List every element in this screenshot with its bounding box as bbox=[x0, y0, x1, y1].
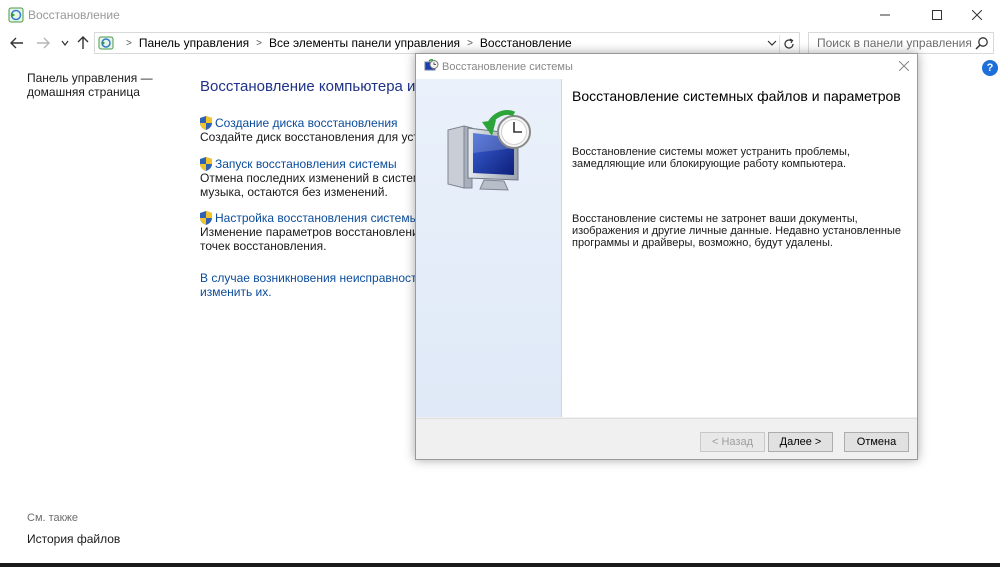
control-panel-home-link[interactable]: Панель управления — домашняя страница bbox=[27, 71, 177, 99]
dialog-paragraph-2: Восстановление системы не затронет ваши … bbox=[572, 213, 901, 249]
forward-button[interactable] bbox=[34, 34, 52, 52]
dialog-paragraph-1: Восстановление системы может устранить п… bbox=[572, 146, 850, 170]
configure-system-restore-desc-line2: точек восстановления. bbox=[200, 239, 327, 253]
back-button[interactable]: < Назад bbox=[700, 432, 765, 452]
breadcrumb: > Панель управления > Все элементы панел… bbox=[126, 36, 572, 50]
breadcrumb-all-items[interactable]: Все элементы панели управления bbox=[269, 36, 460, 50]
help-icon[interactable]: ? bbox=[982, 60, 998, 76]
explorer-window: Восстановление > Панель управления > Все… bbox=[0, 0, 1000, 567]
address-dropdown-button[interactable] bbox=[767, 37, 777, 51]
dialog-close-button[interactable] bbox=[896, 58, 912, 74]
window-title: Восстановление bbox=[28, 8, 120, 22]
address-bar[interactable]: > Панель управления > Все элементы панел… bbox=[94, 32, 800, 54]
shield-icon bbox=[200, 116, 212, 130]
dialog-footer: < Назад Далее > Отмена bbox=[416, 418, 917, 459]
configure-system-restore-desc-line1: Изменение параметров восстановления, упр bbox=[200, 225, 451, 239]
system-restore-dialog: Восстановление системы Восстановление си… bbox=[415, 53, 918, 460]
open-system-restore-link[interactable]: Запуск восстановления системы bbox=[200, 157, 451, 171]
chevron-down-icon bbox=[767, 40, 777, 46]
control-panel-icon bbox=[98, 35, 114, 51]
cancel-button[interactable]: Отмена bbox=[844, 432, 909, 452]
search-icon[interactable] bbox=[975, 36, 989, 53]
search-box[interactable] bbox=[808, 32, 994, 54]
recovery-option-configure: Настройка восстановления системы Изменен… bbox=[200, 211, 451, 253]
close-icon bbox=[972, 10, 982, 20]
next-button[interactable]: Далее > bbox=[768, 432, 833, 452]
recent-icon bbox=[61, 40, 69, 46]
file-history-link[interactable]: История файлов bbox=[27, 532, 120, 546]
breadcrumb-control-panel[interactable]: Панель управления bbox=[139, 36, 249, 50]
recovery-icon bbox=[8, 7, 24, 23]
title-bar: Восстановление bbox=[0, 0, 1000, 30]
home-link-line2: домашняя страница bbox=[27, 85, 140, 99]
back-icon bbox=[10, 37, 23, 49]
close-button[interactable] bbox=[954, 0, 1000, 30]
configure-system-restore-label: Настройка восстановления системы bbox=[215, 211, 419, 225]
shield-icon bbox=[200, 211, 212, 225]
back-button[interactable] bbox=[8, 34, 26, 52]
home-link-line1: Панель управления — bbox=[27, 71, 153, 85]
troubleshooting-link-line1: В случае возникновения неисправностей с … bbox=[200, 271, 448, 285]
up-button[interactable] bbox=[74, 34, 92, 52]
recent-locations-button[interactable] bbox=[56, 34, 74, 52]
maximize-icon bbox=[932, 10, 942, 20]
open-system-restore-desc-line1: Отмена последних изменений в системе; фа bbox=[200, 171, 452, 185]
page-title: Восстановление компьютера или bbox=[200, 78, 433, 95]
dialog-side-panel bbox=[416, 79, 562, 417]
shield-icon bbox=[200, 157, 212, 171]
refresh-button[interactable] bbox=[779, 35, 797, 53]
dialog-title: Восстановление системы bbox=[442, 61, 573, 73]
minimize-button[interactable] bbox=[862, 0, 908, 30]
search-input[interactable] bbox=[809, 33, 975, 53]
up-icon bbox=[77, 36, 89, 49]
see-also-label: См. также bbox=[27, 512, 78, 524]
dialog-heading: Восстановление системных файлов и параме… bbox=[572, 88, 901, 104]
system-restore-icon bbox=[444, 108, 536, 199]
open-system-restore-label: Запуск восстановления системы bbox=[215, 157, 397, 171]
close-icon bbox=[899, 61, 909, 71]
refresh-icon bbox=[783, 38, 794, 49]
breadcrumb-recovery[interactable]: Восстановление bbox=[480, 36, 572, 50]
create-recovery-drive-label: Создание диска восстановления bbox=[215, 116, 398, 130]
system-restore-small-icon bbox=[424, 59, 439, 74]
dialog-title-bar[interactable]: Восстановление системы bbox=[416, 54, 917, 79]
open-system-restore-desc-line2: музыка, остаются без изменений. bbox=[200, 185, 388, 199]
recovery-option-system-restore: Запуск восстановления системы Отмена пос… bbox=[200, 157, 451, 199]
configure-system-restore-link[interactable]: Настройка восстановления системы bbox=[200, 211, 451, 225]
minimize-icon bbox=[880, 14, 890, 16]
troubleshooting-link-line2: изменить их. bbox=[200, 285, 272, 299]
dialog-content: Восстановление системных файлов и параме… bbox=[562, 79, 917, 417]
troubleshooting-link[interactable]: В случае возникновения неисправностей с … bbox=[200, 271, 448, 299]
forward-icon bbox=[37, 37, 50, 49]
